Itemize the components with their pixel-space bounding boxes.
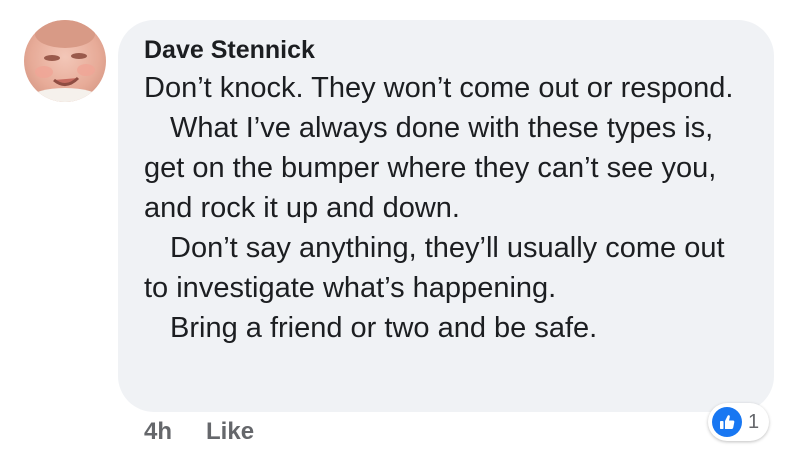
comment-author[interactable]: Dave Stennick xyxy=(144,34,750,66)
comment-paragraph: Bring a friend or two and be safe. xyxy=(170,312,598,344)
comment-timestamp[interactable]: 4h xyxy=(144,418,172,446)
thumbs-up-icon xyxy=(712,407,742,437)
comment-paragraph: Don’t knock. They won’t come out or resp… xyxy=(144,72,734,104)
comment-body: Don’t knock. They won’t come out or resp… xyxy=(144,68,750,348)
comment-paragraph: What I’ve always done with these types i… xyxy=(144,112,717,224)
reaction-count: 1 xyxy=(748,410,760,433)
avatar[interactable] xyxy=(24,20,106,102)
comment-bubble: Dave Stennick Don’t knock. They won’t co… xyxy=(118,20,774,412)
baby-face-avatar-icon xyxy=(31,20,99,102)
reaction-summary[interactable]: 1 xyxy=(708,403,770,441)
like-button[interactable]: Like xyxy=(206,418,254,446)
comment-paragraph: Don’t say anything, they’ll usually come… xyxy=(144,232,725,304)
comment-screen: Dave Stennick Don’t knock. They won’t co… xyxy=(0,0,800,468)
comment-actions: 4h Like xyxy=(144,418,254,446)
